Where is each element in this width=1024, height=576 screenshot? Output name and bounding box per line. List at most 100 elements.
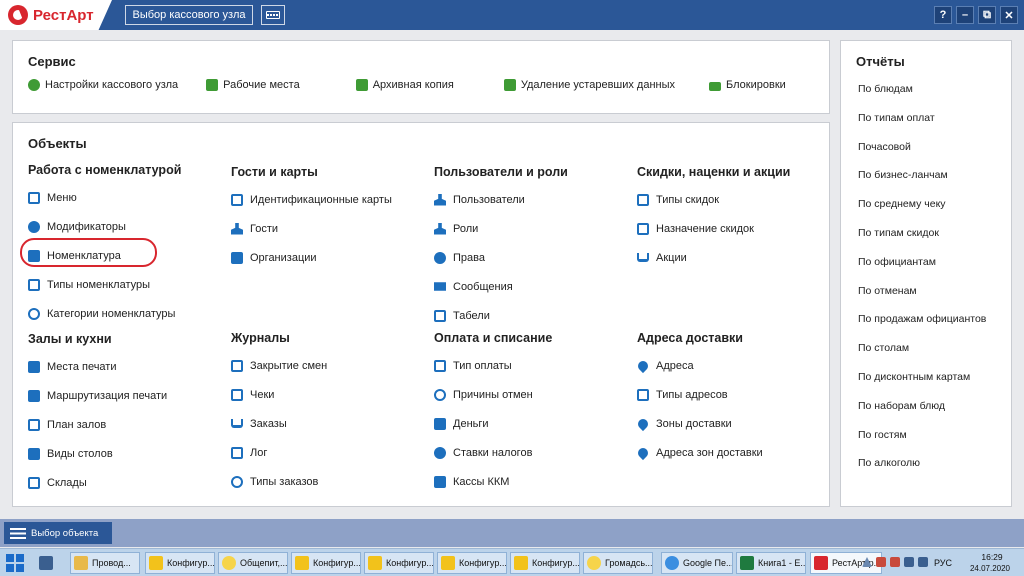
ie-icon — [665, 556, 679, 570]
item-roles[interactable]: Роли — [434, 214, 568, 243]
report-item[interactable]: По бизнес-ланчам — [858, 169, 986, 198]
taskbar-item-excel[interactable]: Книга1 - E... — [736, 552, 806, 574]
item-messages[interactable]: Сообщения — [434, 272, 568, 301]
clock-date[interactable]: 24.07.2020 — [964, 564, 1016, 573]
guests-icon — [231, 222, 243, 235]
item-label: Деньги — [453, 417, 489, 430]
taskbar-item-config-2[interactable]: Конфигур... — [291, 552, 361, 574]
restore-button[interactable]: ⧉ — [978, 6, 996, 24]
item-tax-rates[interactable]: Ставки налогов — [434, 438, 568, 467]
report-item[interactable]: По типам скидок — [858, 227, 986, 256]
item-label: Адреса зон доставки — [656, 446, 763, 459]
service-item-settings[interactable]: Настройки кассового узла — [28, 79, 178, 91]
item-table-types[interactable]: Виды столов — [28, 439, 181, 468]
item-money[interactable]: Деньги — [434, 409, 568, 438]
item-label: Пользователи — [453, 193, 525, 206]
item-discount-assignment[interactable]: Назначение скидок — [637, 214, 790, 243]
report-item[interactable]: По гостям — [858, 429, 986, 458]
objects-column-1: Работа с номенклатурой Меню Модификаторы… — [28, 163, 181, 497]
taskbar-item-config-1[interactable]: Конфигур... — [145, 552, 215, 574]
shift-icon — [231, 359, 243, 372]
language-indicator[interactable]: РУС — [934, 558, 952, 568]
item-print-places[interactable]: Места печати — [28, 352, 181, 381]
item-receipts[interactable]: Чеки — [231, 380, 392, 409]
select-cash-node-button[interactable]: Выбор кассового узла — [125, 5, 253, 25]
lock-icon — [709, 82, 722, 91]
item-label: Кассы ККМ — [453, 475, 510, 488]
service-item-delete-old[interactable]: Удаление устаревших данных — [503, 79, 675, 91]
object-select-button[interactable]: Выбор объекта — [4, 522, 112, 544]
item-menu[interactable]: Меню — [28, 183, 181, 212]
tray-app-icon[interactable] — [876, 557, 886, 567]
tray-expand-icon[interactable] — [862, 557, 872, 567]
item-promotions[interactable]: Акции — [637, 243, 790, 272]
report-item[interactable]: По продажам официантов — [858, 313, 986, 342]
item-kkm[interactable]: Кассы ККМ — [434, 467, 568, 496]
item-label: Типы адресов — [656, 388, 728, 401]
1c-config-icon — [149, 556, 163, 570]
highlight-circle — [20, 238, 157, 267]
item-discount-types[interactable]: Типы скидок — [637, 185, 790, 214]
taskbar-item-obshchepit[interactable]: Общепит,... — [218, 552, 288, 574]
logo: РестАрт — [0, 0, 112, 30]
report-item[interactable]: По типам оплат — [858, 112, 986, 141]
item-organizations[interactable]: Организации — [231, 243, 392, 272]
windows-start-icon[interactable] — [6, 554, 24, 572]
item-shift-closing[interactable]: Закрытие смен — [231, 351, 392, 380]
minimize-button[interactable]: – — [956, 6, 974, 24]
report-item[interactable]: По алкоголю — [858, 457, 986, 486]
item-timesheets[interactable]: Табели — [434, 301, 568, 330]
id-card-icon — [231, 193, 243, 206]
item-nomenclature-categories[interactable]: Категории номенклатуры — [28, 299, 181, 328]
network-icon[interactable] — [904, 557, 914, 567]
percent-icon — [637, 193, 649, 206]
report-item[interactable]: По дисконтным картам — [858, 371, 986, 400]
item-warehouses[interactable]: Склады — [28, 468, 181, 497]
taskbar-item-browser[interactable]: Google Пе... — [661, 552, 733, 574]
report-item[interactable]: По наборам блюд — [858, 400, 986, 429]
service-item-locks[interactable]: Блокировки — [709, 79, 786, 91]
taskbar-item-config-5[interactable]: Конфигур... — [510, 552, 580, 574]
item-zone-addresses[interactable]: Адреса зон доставки — [635, 438, 790, 467]
item-rights[interactable]: Права — [434, 243, 568, 272]
service-item-workplaces[interactable]: Рабочие места — [206, 79, 300, 91]
tray-app-icon[interactable] — [890, 557, 900, 567]
report-item[interactable]: По среднему чеку — [858, 198, 986, 227]
keyboard-button[interactable] — [261, 5, 285, 25]
item-label: Организации — [250, 251, 317, 264]
taskbar-item-config-4[interactable]: Конфигур... — [437, 552, 507, 574]
item-users[interactable]: Пользователи — [434, 185, 568, 214]
1c-config-icon — [295, 556, 309, 570]
item-cancel-reasons[interactable]: Причины отмен — [434, 380, 568, 409]
objects-panel: Объекты Работа с номенклатурой Меню Моди… — [12, 122, 830, 507]
item-label: Акции — [656, 251, 687, 264]
help-button[interactable]: ? — [934, 6, 952, 24]
report-item[interactable]: По столам — [858, 342, 986, 371]
report-item[interactable]: Почасовой — [858, 141, 986, 170]
item-address-types[interactable]: Типы адресов — [637, 380, 790, 409]
taskbar-item-gromads[interactable]: Громадсь... — [583, 552, 653, 574]
item-modifiers[interactable]: Модификаторы — [28, 212, 181, 241]
item-addresses[interactable]: Адреса — [635, 351, 790, 380]
taskbar-item-explorer[interactable]: Провод... — [70, 552, 140, 574]
item-payment-type[interactable]: Тип оплаты — [434, 351, 568, 380]
report-item[interactable]: По блюдам — [858, 83, 986, 112]
volume-icon[interactable] — [918, 557, 928, 567]
item-delivery-zones[interactable]: Зоны доставки — [635, 409, 790, 438]
item-nomenclature-types[interactable]: Типы номенклатуры — [28, 270, 181, 299]
service-item-archive[interactable]: Архивная копия — [355, 79, 454, 91]
item-hall-plan[interactable]: План залов — [28, 410, 181, 439]
item-guests[interactable]: Гости — [231, 214, 392, 243]
report-item[interactable]: По официантам — [858, 256, 986, 285]
close-button[interactable]: ✕ — [1000, 6, 1018, 24]
clock-time[interactable]: 16:29 — [972, 552, 1012, 562]
group-title-delivery: Адреса доставки — [637, 331, 743, 345]
item-log[interactable]: Лог — [231, 438, 392, 467]
item-print-routing[interactable]: Маршрутизация печати — [28, 381, 181, 410]
task-view-button[interactable] — [36, 552, 64, 574]
item-orders[interactable]: Заказы — [231, 409, 392, 438]
taskbar-item-config-3[interactable]: Конфигур... — [364, 552, 434, 574]
item-order-types[interactable]: Типы заказов — [231, 467, 392, 496]
report-item[interactable]: По отменам — [858, 285, 986, 314]
item-id-cards[interactable]: Идентификационные карты — [231, 185, 392, 214]
